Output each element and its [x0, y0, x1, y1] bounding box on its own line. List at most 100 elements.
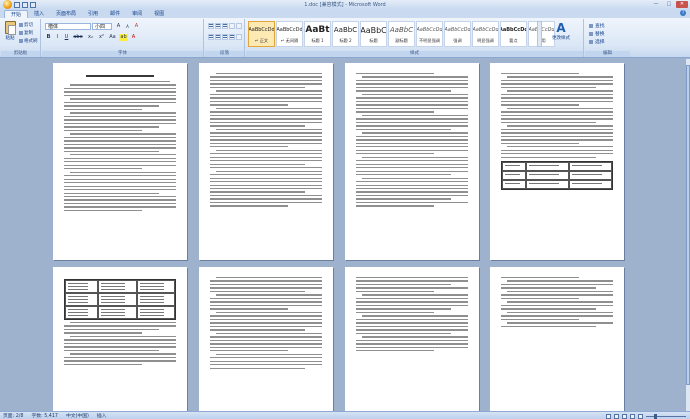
style-sample: AaBbCcDd — [277, 27, 302, 33]
full-screen-view-icon[interactable] — [614, 413, 619, 419]
style-name: ↵ 无间隔 — [280, 38, 299, 43]
style-sample: AaBbCcDd — [445, 27, 470, 33]
cut-button[interactable]: 剪切 — [19, 22, 33, 28]
style-sample: AaBbC — [361, 25, 386, 35]
style-emphasis[interactable]: AaBbCcDd 强调 — [444, 21, 471, 47]
clipboard-group: 粘贴 剪切 复制 格式刷 剪贴板 — [1, 19, 41, 57]
align-center-button[interactable] — [215, 34, 221, 40]
format-painter-button[interactable]: 格式刷 — [19, 38, 38, 44]
style-no-spacing[interactable]: AaBbCcDd ↵ 无间隔 — [276, 21, 303, 47]
help-icon[interactable]: ? — [680, 10, 686, 16]
style-sample: AaBbC — [389, 26, 414, 34]
zoom-slider[interactable] — [646, 413, 686, 419]
clear-format-button[interactable]: A — [133, 23, 140, 30]
vertical-scrollbar[interactable] — [685, 59, 690, 411]
line-spacing-button[interactable] — [236, 34, 242, 40]
cut-icon — [19, 23, 23, 27]
status-bar: 页面: 2/8 字数: 5,417 中文(中国) 插入 — [0, 411, 690, 419]
tab-review[interactable]: 审阅 — [126, 10, 148, 18]
tab-home[interactable]: 开始 — [4, 10, 29, 18]
style-gallery: AaBbCcDd ↵ 正文 AaBbCcDd ↵ 无间隔 AaBt 标题 1 A… — [248, 21, 555, 47]
grow-font-button[interactable]: A — [115, 23, 122, 30]
select-label: 选择 — [595, 40, 605, 45]
style-sample: AaBbCcDd — [417, 27, 442, 33]
word-count[interactable]: 字数: 5,417 — [31, 412, 57, 419]
page-1[interactable] — [53, 63, 187, 260]
bullets-button[interactable] — [208, 23, 214, 29]
style-normal[interactable]: AaBbCcDd ↵ 正文 — [248, 21, 275, 47]
style-sample: AaBt — [305, 25, 330, 35]
page-7[interactable] — [345, 267, 479, 411]
style-subtitle[interactable]: AaBbC 副标题 — [388, 21, 415, 47]
font-group-label: 字体 — [42, 51, 203, 57]
document-area[interactable] — [0, 59, 685, 411]
replace-icon — [589, 31, 593, 36]
style-title[interactable]: AaBbC 标题 — [360, 21, 387, 47]
font-name-select[interactable]: 楷体 — [45, 23, 91, 30]
align-left-button[interactable] — [208, 34, 214, 40]
tab-insert[interactable]: 插入 — [28, 10, 50, 18]
style-heading-2[interactable]: AaBbC 标题 2 — [332, 21, 359, 47]
find-label: 查找 — [595, 24, 605, 29]
language-indicator[interactable]: 中文(中国) — [66, 412, 89, 419]
styles-group-label: 样式 — [246, 51, 583, 57]
minimize-button[interactable]: — — [650, 1, 662, 8]
page-2[interactable] — [199, 63, 333, 260]
style-sample: AaBbCcDd — [473, 27, 498, 33]
page-6[interactable] — [199, 267, 333, 411]
copy-button[interactable]: 复制 — [19, 30, 33, 36]
tab-view[interactable]: 视图 — [148, 10, 170, 18]
web-layout-view-icon[interactable] — [622, 413, 627, 419]
copy-icon — [19, 31, 23, 35]
superscript-button[interactable]: x² — [97, 34, 106, 41]
page-count[interactable]: 页面: 2/8 — [3, 412, 23, 419]
style-name: 要点 — [509, 38, 518, 43]
style-heading-1[interactable]: AaBt 标题 1 — [304, 21, 331, 47]
shrink-font-button[interactable]: A — [124, 23, 131, 30]
close-button[interactable]: ✕ — [676, 1, 688, 8]
paste-button[interactable]: 粘贴 — [3, 21, 17, 45]
font-size-select[interactable]: 小四 — [92, 23, 112, 30]
style-gallery-scroll[interactable] — [537, 21, 542, 47]
numbering-button[interactable] — [215, 23, 221, 29]
style-intense-emphasis[interactable]: AaBbCcDd 明显强调 — [472, 21, 499, 47]
paste-label: 粘贴 — [5, 36, 15, 41]
decrease-indent-button[interactable] — [229, 23, 235, 29]
tab-mailings[interactable]: 邮件 — [104, 10, 126, 18]
align-right-button[interactable] — [222, 34, 228, 40]
bold-button[interactable]: B — [45, 34, 52, 41]
ribbon-tabs: 开始 插入 页面布局 引用 邮件 审阅 视图 ? — [0, 9, 690, 18]
style-subtle-emphasis[interactable]: AaBbCcDd 不明显强调 — [416, 21, 443, 47]
page-8[interactable] — [490, 267, 624, 411]
change-styles-button[interactable]: A 更改样式 — [544, 21, 578, 41]
outline-view-icon[interactable] — [630, 413, 635, 419]
draft-view-icon[interactable] — [638, 413, 643, 419]
find-button[interactable]: 查找 — [589, 22, 605, 29]
page-4[interactable] — [490, 63, 624, 260]
scrollbar-thumb[interactable] — [686, 65, 690, 385]
change-case-button[interactable]: Aa — [108, 34, 117, 41]
italic-button[interactable]: I — [54, 34, 61, 41]
subscript-button[interactable]: x₂ — [86, 34, 95, 41]
insert-mode[interactable]: 插入 — [97, 412, 107, 419]
replace-button[interactable]: 替换 — [589, 30, 605, 37]
strikethrough-button[interactable]: abe — [72, 34, 84, 41]
window-title: 1.doc [兼容模式] - Microsoft Word — [304, 2, 386, 8]
font-group: 楷体 小四 A A A B I U abe x₂ x² Aa ab A 字体 — [42, 19, 204, 57]
select-button[interactable]: 选择 — [589, 38, 605, 45]
highlight-button[interactable]: ab — [119, 34, 128, 41]
tab-references[interactable]: 引用 — [82, 10, 104, 18]
style-strong[interactable]: AaBbCcDd 要点 — [500, 21, 527, 47]
font-color-button[interactable]: A — [130, 34, 137, 41]
increase-indent-button[interactable] — [236, 23, 242, 29]
page-3[interactable] — [345, 63, 479, 260]
page-5[interactable] — [53, 267, 187, 411]
multilevel-list-button[interactable] — [222, 23, 228, 29]
print-layout-view-icon[interactable] — [606, 413, 611, 419]
clipboard-group-label: 剪贴板 — [1, 51, 40, 57]
underline-button[interactable]: U — [63, 34, 70, 41]
maximize-button[interactable]: □ — [663, 1, 675, 8]
justify-button[interactable] — [229, 34, 235, 40]
style-sample: AaBbCcDd — [249, 27, 274, 33]
tab-page-layout[interactable]: 页面布局 — [50, 10, 82, 18]
